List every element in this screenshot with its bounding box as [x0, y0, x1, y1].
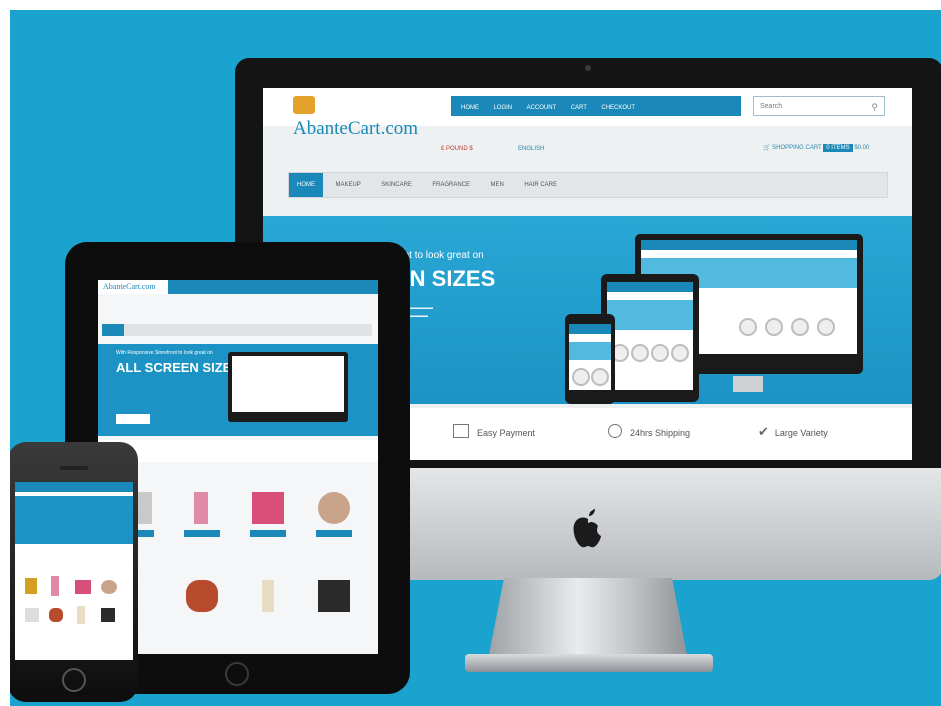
ipad-screen: AbanteCart.com With Responsive Storefron…	[98, 280, 378, 654]
store-top-nav: HOME LOGIN ACCOUNT CART CHECKOUT	[451, 96, 741, 116]
iphone-home-button	[62, 668, 86, 692]
tablet-logo: AbanteCart.com	[103, 282, 156, 291]
nav-login[interactable]: LOGIN	[493, 98, 512, 118]
menu-skincare[interactable]: SKINCARE	[373, 173, 420, 197]
iphone-speaker	[60, 466, 88, 470]
product-tile	[304, 484, 364, 544]
nav-home[interactable]: HOME	[461, 98, 479, 118]
product-tile	[238, 484, 298, 544]
menu-makeup[interactable]: MAKEUP	[327, 173, 368, 197]
iphone-screen	[15, 482, 133, 660]
store-logo-text: AbanteCart.com	[293, 118, 419, 139]
cart-icon: 🛒	[763, 145, 771, 151]
scene-background: AbanteCart.com HOME LOGIN ACCOUNT CART C…	[10, 10, 941, 706]
cart-summary-label: SHOPPING CART	[772, 145, 822, 151]
nav-account[interactable]: ACCOUNT	[527, 98, 557, 118]
checkmark-icon: ✔	[758, 424, 769, 439]
currency-selector[interactable]: £ POUND $	[441, 146, 473, 152]
cart-logo-icon	[293, 96, 315, 114]
search-input[interactable]: Search ⚲	[753, 96, 885, 116]
menu-men[interactable]: MEN	[483, 173, 512, 197]
product-tile	[304, 572, 364, 632]
cart-summary[interactable]: 🛒 SHOPPING CART 0 ITEMS $0.00	[763, 144, 870, 152]
tablet-banner-line-1: With Responsive Storefront to look great…	[116, 350, 213, 356]
apple-logo-icon	[568, 505, 608, 551]
feature-label: Easy Payment	[477, 428, 536, 438]
feature-variety: ✔ Large Variety	[758, 424, 828, 440]
payment-icon	[453, 424, 469, 438]
imac-camera	[585, 65, 591, 71]
menu-fragrance[interactable]: FRAGRANCE	[424, 173, 478, 197]
nav-cart[interactable]: CART	[571, 98, 587, 118]
phone-header	[15, 482, 133, 492]
product-tile	[238, 572, 298, 632]
category-menu: HOME MAKEUP SKINCARE FRAGRANCE MEN HAIR …	[288, 172, 888, 198]
search-placeholder: Search	[760, 103, 783, 110]
menu-home[interactable]: HOME	[289, 173, 323, 197]
tablet-product-grid	[98, 476, 378, 654]
tablet-banner-button	[116, 414, 150, 424]
feature-label: Large Variety	[774, 428, 828, 438]
feature-easy-payment: Easy Payment	[453, 424, 535, 438]
cart-badge: 0 ITEMS	[823, 144, 853, 152]
search-icon[interactable]: ⚲	[871, 97, 878, 117]
imac-stand	[488, 578, 688, 660]
nav-checkout[interactable]: CHECKOUT	[601, 98, 635, 118]
tablet-features	[98, 440, 378, 462]
banner-line-2: EN SIZES	[395, 266, 496, 291]
tablet-banner-line-2: ALL SCREEN SIZES	[116, 360, 241, 375]
banner-phone-image	[565, 314, 615, 404]
feature-label: 24hrs Shipping	[630, 428, 691, 438]
ipad-home-button	[225, 662, 249, 686]
banner-tablet-image	[601, 274, 699, 402]
product-tile	[172, 572, 232, 632]
product-tile	[172, 484, 232, 544]
feature-shipping: 24hrs Shipping	[608, 424, 690, 438]
tablet-banner-devices	[228, 352, 348, 422]
store-logo[interactable]: AbanteCart.com	[293, 96, 443, 139]
phone-product-grid	[21, 574, 127, 634]
cart-total: $0.00	[854, 145, 870, 151]
language-selector[interactable]: ENGLISH	[518, 146, 544, 152]
menu-haircare[interactable]: HAIR CARE	[516, 173, 565, 197]
clock-icon	[608, 424, 622, 438]
tablet-nav	[168, 280, 378, 294]
tablet-menu	[102, 324, 372, 336]
imac-foot	[465, 654, 713, 672]
phone-banner	[15, 496, 133, 544]
banner-monitor-stand	[733, 376, 763, 392]
